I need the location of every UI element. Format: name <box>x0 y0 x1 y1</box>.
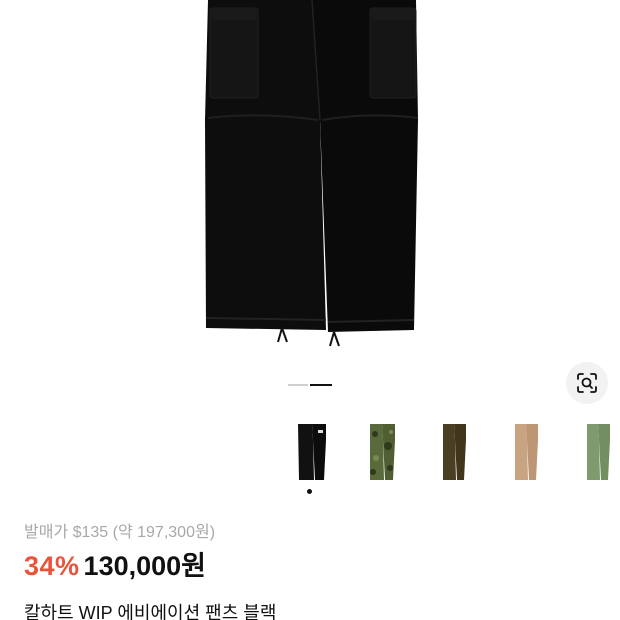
image-pager <box>288 384 332 386</box>
black-pants-thumbnail <box>298 424 326 480</box>
image-search-button[interactable] <box>566 362 608 404</box>
color-option-tan[interactable] <box>494 420 558 486</box>
color-options <box>270 420 620 500</box>
color-option-green[interactable] <box>566 420 620 486</box>
release-price: 발매가 $135 (약 197,300원) <box>24 524 216 541</box>
product-title: 칼하트 WIP 에비에이션 팬츠 블랙 <box>24 603 277 620</box>
product-image[interactable] <box>0 0 620 410</box>
olive-pants-thumbnail <box>443 424 466 480</box>
image-search-icon <box>577 373 597 393</box>
sale-price: 130,000원 <box>83 551 206 581</box>
color-option-olive[interactable] <box>422 420 486 486</box>
price-row: 34% 130,000원 <box>24 544 206 583</box>
pager-segment-1 <box>288 384 308 386</box>
selected-color-indicator <box>307 489 312 494</box>
color-option-camo[interactable] <box>350 420 414 486</box>
green-pants-thumbnail <box>587 424 610 480</box>
camo-pants-thumbnail <box>370 424 395 480</box>
cargo-pants-image <box>205 0 419 347</box>
tan-pants-thumbnail <box>515 424 538 480</box>
color-option-black[interactable] <box>280 420 344 486</box>
pager-segment-2-active <box>310 384 332 386</box>
discount-rate: 34% <box>24 551 80 581</box>
